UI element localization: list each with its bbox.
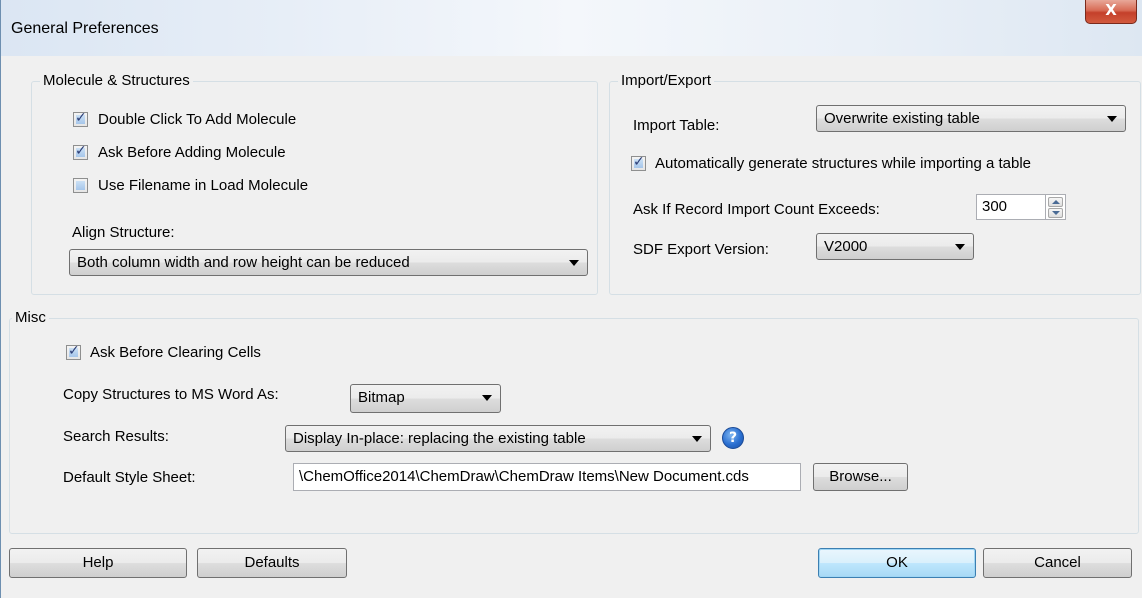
search-results-label: Search Results: <box>63 428 169 445</box>
sdf-export-label: SDF Export Version: <box>633 241 769 258</box>
search-results-select[interactable]: Display In-place: replacing the existing… <box>285 425 711 452</box>
align-structure-select[interactable]: Both column width and row height can be … <box>69 249 588 276</box>
align-structure-label: Align Structure: <box>72 224 175 241</box>
align-structure-value: Both column width and row height can be … <box>77 254 410 271</box>
copy-structures-value: Bitmap <box>358 389 405 406</box>
general-preferences-dialog: General Preferences X Molecule & Structu… <box>0 0 1142 598</box>
record-count-value: 300 <box>982 198 1008 215</box>
question-icon[interactable]: ? <box>722 427 744 449</box>
import-table-select[interactable]: Overwrite existing table <box>816 105 1126 132</box>
molecule-structures-group: Molecule & Structures Double Click To Ad… <box>31 72 598 295</box>
style-sheet-input[interactable]: \ChemOffice2014\ChemDraw\ChemDraw Items\… <box>293 463 801 491</box>
arrow-down-icon <box>1052 211 1060 215</box>
double-click-add-checkbox[interactable] <box>73 110 88 127</box>
chevron-down-icon <box>1107 116 1117 122</box>
ask-before-clearing-checkbox[interactable] <box>66 343 81 360</box>
chevron-down-icon <box>569 260 579 266</box>
import-table-value: Overwrite existing table <box>824 110 980 127</box>
spin-up-button[interactable] <box>1048 197 1063 207</box>
browse-label: Browse... <box>829 468 892 485</box>
cancel-label: Cancel <box>1034 554 1081 571</box>
sdf-export-value: V2000 <box>824 238 868 255</box>
ask-before-clearing-label[interactable]: Ask Before Clearing Cells <box>90 344 261 361</box>
copy-structures-label: Copy Structures to MS Word As: <box>63 386 279 403</box>
ask-before-adding-checkbox[interactable] <box>73 143 88 160</box>
import-table-label: Import Table: <box>633 117 720 134</box>
record-count-label: Ask If Record Import Count Exceeds: <box>633 201 880 218</box>
ok-label: OK <box>886 554 908 571</box>
double-click-add-label[interactable]: Double Click To Add Molecule <box>98 111 296 128</box>
search-results-value: Display In-place: replacing the existing… <box>293 430 586 447</box>
record-count-spinner[interactable] <box>1046 194 1066 220</box>
cancel-button[interactable]: Cancel <box>983 548 1132 578</box>
auto-generate-checkbox[interactable] <box>631 154 646 171</box>
chevron-down-icon <box>692 436 702 442</box>
import-export-legend: Import/Export <box>618 72 715 90</box>
style-sheet-value: \ChemOffice2014\ChemDraw\ChemDraw Items\… <box>299 468 749 485</box>
use-filename-checkbox[interactable] <box>73 178 88 193</box>
import-export-group: Import/Export Import Table: Overwrite ex… <box>609 72 1141 295</box>
ask-before-adding-label[interactable]: Ask Before Adding Molecule <box>98 144 286 161</box>
title-bar: General Preferences X <box>1 0 1142 56</box>
chevron-down-icon <box>482 395 492 401</box>
help-button[interactable]: Help <box>9 548 187 578</box>
ok-button[interactable]: OK <box>818 548 976 578</box>
dialog-body: Molecule & Structures Double Click To Ad… <box>9 56 1141 590</box>
sdf-export-select[interactable]: V2000 <box>816 233 974 260</box>
help-label: Help <box>82 554 114 571</box>
use-filename-label[interactable]: Use Filename in Load Molecule <box>98 177 308 194</box>
question-glyph: ? <box>728 430 738 446</box>
close-button[interactable]: X <box>1085 0 1137 24</box>
browse-button[interactable]: Browse... <box>813 463 908 491</box>
chevron-down-icon <box>955 244 965 250</box>
style-sheet-label: Default Style Sheet: <box>63 469 196 486</box>
copy-structures-select[interactable]: Bitmap <box>350 384 501 413</box>
spin-down-button[interactable] <box>1048 208 1063 218</box>
molecule-structures-legend: Molecule & Structures <box>40 72 193 90</box>
auto-generate-label[interactable]: Automatically generate structures while … <box>655 155 1031 172</box>
misc-legend: Misc <box>12 309 49 327</box>
defaults-label: Defaults <box>244 554 300 571</box>
record-count-input[interactable]: 300 <box>976 194 1046 220</box>
close-icon: X <box>1105 1 1117 19</box>
arrow-up-icon <box>1052 200 1060 204</box>
window-title: General Preferences <box>11 20 159 37</box>
misc-group: Misc Ask Before Clearing Cells Copy Stru… <box>9 309 1139 534</box>
defaults-button[interactable]: Defaults <box>197 548 347 578</box>
